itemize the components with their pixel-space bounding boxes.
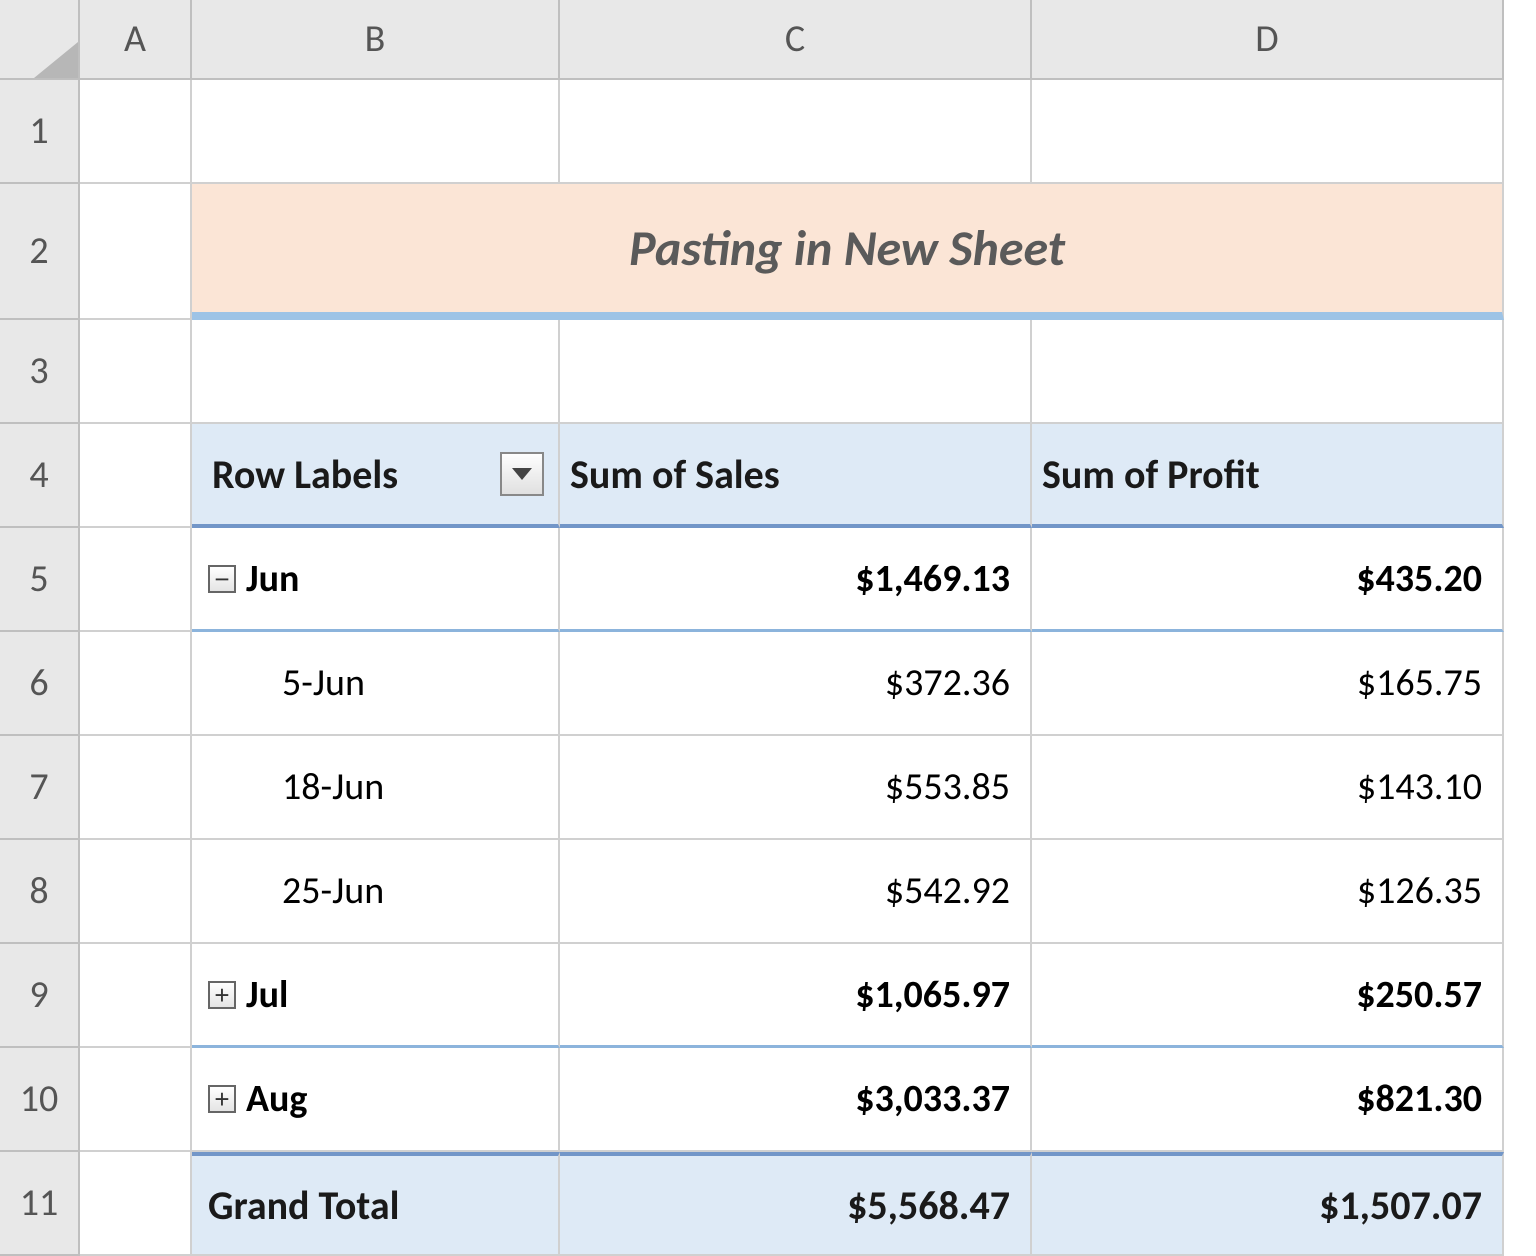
filter-dropdown-button[interactable] <box>500 452 544 496</box>
cell-D3[interactable] <box>1032 320 1504 424</box>
cell-A9[interactable] <box>80 944 192 1048</box>
group-label: Jul <box>246 972 288 1018</box>
cell-B3[interactable] <box>192 320 560 424</box>
row-header-1[interactable]: 1 <box>0 80 80 184</box>
cell-A10[interactable] <box>80 1048 192 1152</box>
group-label: Aug <box>246 1076 307 1122</box>
row-header-6[interactable]: 6 <box>0 632 80 736</box>
title-cell[interactable]: Pasting in New Sheet <box>192 184 1504 320</box>
pivot-jul-profit[interactable]: $250.57 <box>1032 944 1504 1048</box>
pivot-item-25jun[interactable]: 25-Jun <box>192 840 560 944</box>
col-header-B[interactable]: B <box>192 0 560 80</box>
row-labels-text: Row Labels <box>212 450 398 499</box>
pivot-5jun-sales[interactable]: $372.36 <box>560 632 1032 736</box>
row-header-5[interactable]: 5 <box>0 528 80 632</box>
collapse-icon[interactable]: − <box>208 565 236 593</box>
cell-A11[interactable] <box>80 1152 192 1256</box>
row-header-9[interactable]: 9 <box>0 944 80 1048</box>
pivot-grand-total-profit[interactable]: $1,507.07 <box>1032 1152 1504 1256</box>
cell-A3[interactable] <box>80 320 192 424</box>
pivot-5jun-profit[interactable]: $165.75 <box>1032 632 1504 736</box>
pivot-group-jun[interactable]: − Jun <box>192 528 560 632</box>
cell-A5[interactable] <box>80 528 192 632</box>
pivot-25jun-sales[interactable]: $542.92 <box>560 840 1032 944</box>
pivot-header-sum-sales[interactable]: Sum of Sales <box>560 424 1032 528</box>
cell-C1[interactable] <box>560 80 1032 184</box>
col-header-A[interactable]: A <box>80 0 192 80</box>
cell-B1[interactable] <box>192 80 560 184</box>
row-header-4[interactable]: 4 <box>0 424 80 528</box>
pivot-grand-total-sales[interactable]: $5,568.47 <box>560 1152 1032 1256</box>
row-header-11[interactable]: 11 <box>0 1152 80 1256</box>
pivot-jul-sales[interactable]: $1,065.97 <box>560 944 1032 1048</box>
row-header-7[interactable]: 7 <box>0 736 80 840</box>
row-header-10[interactable]: 10 <box>0 1048 80 1152</box>
pivot-jun-sales[interactable]: $1,469.13 <box>560 528 1032 632</box>
cell-A1[interactable] <box>80 80 192 184</box>
pivot-18jun-sales[interactable]: $553.85 <box>560 736 1032 840</box>
chevron-down-icon <box>510 466 534 482</box>
pivot-jun-profit[interactable]: $435.20 <box>1032 528 1504 632</box>
pivot-group-jul[interactable]: + Jul <box>192 944 560 1048</box>
cell-C3[interactable] <box>560 320 1032 424</box>
col-header-D[interactable]: D <box>1032 0 1504 80</box>
pivot-25jun-profit[interactable]: $126.35 <box>1032 840 1504 944</box>
row-header-2[interactable]: 2 <box>0 184 80 320</box>
pivot-header-sum-profit[interactable]: Sum of Profit <box>1032 424 1504 528</box>
cell-A6[interactable] <box>80 632 192 736</box>
row-header-8[interactable]: 8 <box>0 840 80 944</box>
expand-icon[interactable]: + <box>208 1085 236 1113</box>
pivot-header-row-labels[interactable]: Row Labels <box>192 424 560 528</box>
pivot-aug-sales[interactable]: $3,033.37 <box>560 1048 1032 1152</box>
cell-A2[interactable] <box>80 184 192 320</box>
pivot-item-18jun[interactable]: 18-Jun <box>192 736 560 840</box>
pivot-aug-profit[interactable]: $821.30 <box>1032 1048 1504 1152</box>
pivot-grand-total-label[interactable]: Grand Total <box>192 1152 560 1256</box>
cell-A8[interactable] <box>80 840 192 944</box>
expand-icon[interactable]: + <box>208 981 236 1009</box>
col-header-C[interactable]: C <box>560 0 1032 80</box>
cell-D1[interactable] <box>1032 80 1504 184</box>
cell-A4[interactable] <box>80 424 192 528</box>
pivot-item-5jun[interactable]: 5-Jun <box>192 632 560 736</box>
cell-A7[interactable] <box>80 736 192 840</box>
pivot-18jun-profit[interactable]: $143.10 <box>1032 736 1504 840</box>
select-all-corner[interactable] <box>0 0 80 80</box>
row-header-3[interactable]: 3 <box>0 320 80 424</box>
group-label: Jun <box>246 556 299 602</box>
spreadsheet-grid: A B C D 1 2 Pasting in New Sheet 3 4 Row… <box>0 0 1536 1256</box>
pivot-group-aug[interactable]: + Aug <box>192 1048 560 1152</box>
